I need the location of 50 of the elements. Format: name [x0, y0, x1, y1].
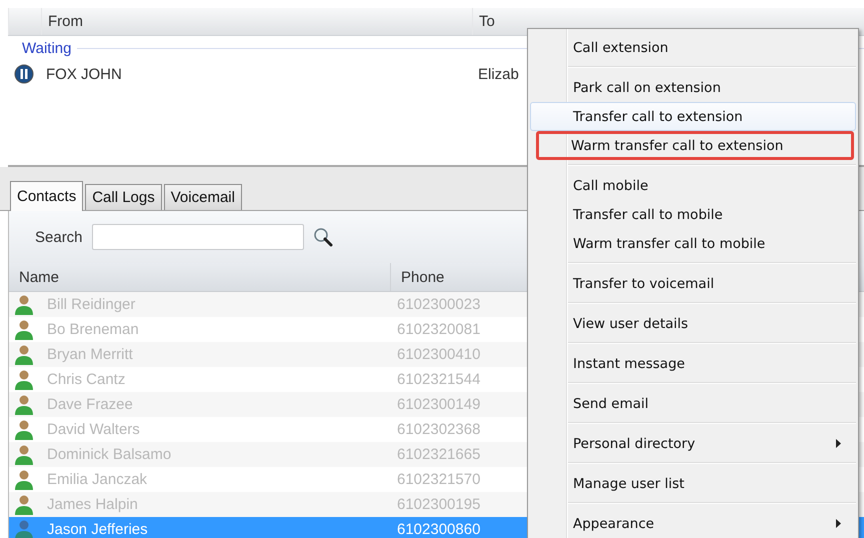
- contact-name: James Halpin: [46, 496, 139, 513]
- contact-phone: 6102302368: [396, 421, 480, 438]
- menu-item[interactable]: Call extension: [530, 33, 856, 62]
- person-icon: [14, 494, 34, 516]
- person-icon: [14, 468, 34, 490]
- person-icon: [14, 394, 34, 416]
- group-label: Waiting: [22, 40, 72, 56]
- person-icon: [14, 418, 34, 440]
- contact-name: Bo Breneman: [46, 321, 140, 338]
- contact-phone: 6102300149: [396, 396, 480, 413]
- contact-name: Emilia Janczak: [46, 471, 148, 488]
- menu-item[interactable]: Call mobile: [530, 171, 856, 200]
- menu-item[interactable]: Warm transfer call to extension: [536, 131, 854, 160]
- contact-phone: 6102300860: [396, 521, 480, 538]
- contact-phone: 6102300410: [396, 346, 480, 363]
- menu-item[interactable]: Warm transfer call to mobile: [530, 229, 856, 258]
- menu-item[interactable]: Park call on extension: [530, 73, 856, 102]
- search-field[interactable]: [92, 224, 304, 250]
- contact-name: Bill Reidinger: [46, 296, 136, 313]
- contact-phone: 6102321544: [396, 371, 480, 388]
- contact-phone: 6102320081: [396, 321, 480, 338]
- column-header[interactable]: To: [473, 13, 495, 30]
- caller-name: FOX JOHN: [45, 66, 123, 82]
- tab[interactable]: Call Logs: [85, 184, 162, 210]
- person-icon: [14, 344, 34, 366]
- menu-item[interactable]: Transfer call to extension: [530, 102, 856, 131]
- menu-item[interactable]: Transfer call to mobile: [530, 200, 856, 229]
- tab[interactable]: Contacts: [10, 181, 84, 211]
- contact-phone: 6102321665: [396, 446, 480, 463]
- contact-name: Dave Frazee: [46, 396, 134, 413]
- column-header[interactable]: Name: [9, 263, 391, 291]
- search-label: Search: [35, 228, 83, 246]
- search-icon[interactable]: [312, 227, 333, 247]
- person-icon: [14, 444, 34, 466]
- contact-name: Chris Cantz: [46, 371, 126, 388]
- contact-phone: 6102300023: [396, 296, 480, 313]
- menu-item[interactable]: Send email: [530, 389, 856, 418]
- tab[interactable]: Voicemail: [164, 184, 242, 210]
- person-icon: [14, 318, 34, 340]
- contact-name: Jason Jefferies: [46, 521, 149, 538]
- person-icon: [14, 294, 34, 316]
- contact-phone: 6102300195: [396, 496, 480, 513]
- contact-name: Dominick Balsamo: [46, 446, 172, 463]
- person-icon: [14, 518, 34, 538]
- contact-name: David Walters: [46, 421, 141, 438]
- contact-name: Bryan Merritt: [46, 346, 134, 363]
- person-icon: [14, 368, 34, 390]
- column-header[interactable]: From: [42, 13, 83, 30]
- contact-phone: 6102321570: [396, 471, 480, 488]
- call-destination: Elizab: [477, 66, 519, 82]
